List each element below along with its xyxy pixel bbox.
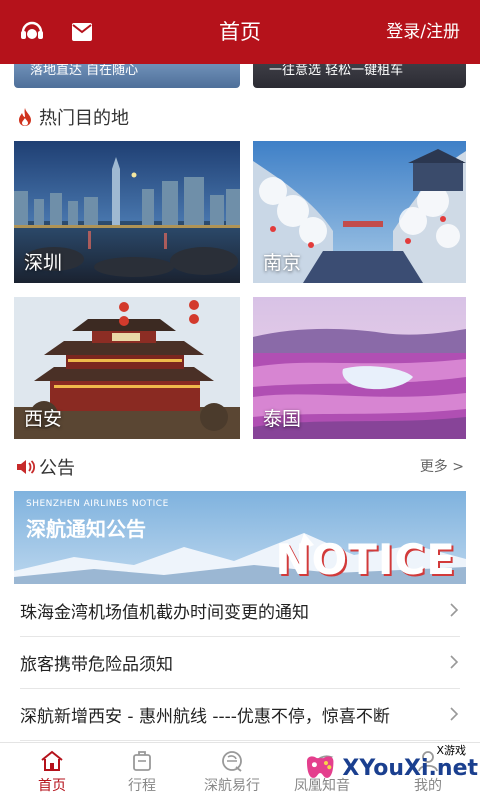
notice-item-text: 珠海金湾机场值机截办时间变更的通知: [20, 603, 309, 623]
chevron-right-icon: [450, 603, 459, 617]
promo-card-airport[interactable]: 落地直达 自在随心: [14, 64, 240, 88]
banner-word: NOTICE: [275, 535, 456, 584]
notice-header: 公告: [16, 454, 75, 480]
notice-title: 公告: [39, 458, 75, 479]
destination-card-xian[interactable]: 西安: [14, 297, 240, 439]
hot-destinations-header: 热门目的地: [16, 104, 129, 130]
site-watermark: XYouXi.net X游戏: [302, 740, 478, 796]
tab-easy-travel[interactable]: 深航易行: [184, 743, 280, 800]
tab-label: 行程: [128, 778, 156, 794]
speaker-icon: [16, 456, 36, 478]
home-icon: [41, 750, 63, 771]
destination-label: 南京: [263, 252, 302, 274]
watermark-text: XYouXi.net: [342, 755, 478, 781]
notice-item-text: 旅客携带危险品须知: [20, 655, 173, 675]
login-register-link[interactable]: 登录/注册: [386, 0, 460, 64]
promo-card-text: 一往意选 轻松一键租车: [269, 64, 404, 78]
app-root: 首页 登录/注册 落地直达 自在随心 一往意选 轻松一键租车 热门目的地 深圳 …: [0, 0, 480, 800]
more-link[interactable]: 更多 >: [420, 456, 464, 476]
promo-card-text: 落地直达 自在随心: [30, 64, 139, 78]
tab-home[interactable]: 首页: [4, 743, 100, 800]
destination-card-shenzhen[interactable]: 深圳: [14, 141, 240, 283]
flame-icon: [16, 106, 36, 128]
promo-card-car-rental[interactable]: 一往意选 轻松一键租车: [253, 64, 466, 88]
promo-cards: 落地直达 自在随心 一往意选 轻松一键租车: [14, 64, 466, 88]
watermark-small: X游戏: [436, 744, 466, 757]
tab-label: 深航易行: [204, 778, 260, 794]
e-travel-icon: [222, 751, 242, 772]
luggage-icon: [133, 751, 151, 771]
list-item[interactable]: 珠海金湾机场值机截办时间变更的通知: [20, 585, 460, 637]
gamepad-logo-icon: [306, 756, 334, 778]
destination-card-thailand[interactable]: 泰国: [253, 297, 466, 439]
banner-subtitle: SHENZHEN AIRLINES NOTICE: [26, 499, 169, 509]
notice-item-text: 深航新增西安 - 惠州航线 ----优惠不停，惊喜不断: [20, 707, 390, 727]
tab-label: 首页: [38, 778, 66, 794]
bottom-tab-bar: 首页 行程 深航易行 凤凰知音 我的 XYouXi.net X游戏: [0, 742, 480, 800]
destination-card-nanjing[interactable]: 南京: [253, 141, 466, 283]
notice-banner[interactable]: SHENZHEN AIRLINES NOTICE 深航通知公告 NOTICE: [14, 491, 466, 584]
banner-title: 深航通知公告: [26, 517, 146, 541]
destination-label: 泰国: [263, 408, 302, 430]
list-item[interactable]: 旅客携带危险品须知: [20, 637, 460, 689]
hot-destinations-title: 热门目的地: [39, 108, 129, 129]
notice-list: 珠海金湾机场值机截办时间变更的通知 旅客携带危险品须知 深航新增西安 - 惠州航…: [0, 585, 480, 741]
chevron-right-icon: [450, 707, 459, 721]
chevron-right-icon: [450, 655, 459, 669]
list-item[interactable]: 深航新增西安 - 惠州航线 ----优惠不停，惊喜不断: [20, 689, 460, 741]
destination-label: 西安: [24, 408, 63, 430]
tab-itinerary[interactable]: 行程: [94, 743, 190, 800]
destination-label: 深圳: [24, 252, 63, 274]
top-header: 首页 登录/注册: [0, 0, 480, 64]
